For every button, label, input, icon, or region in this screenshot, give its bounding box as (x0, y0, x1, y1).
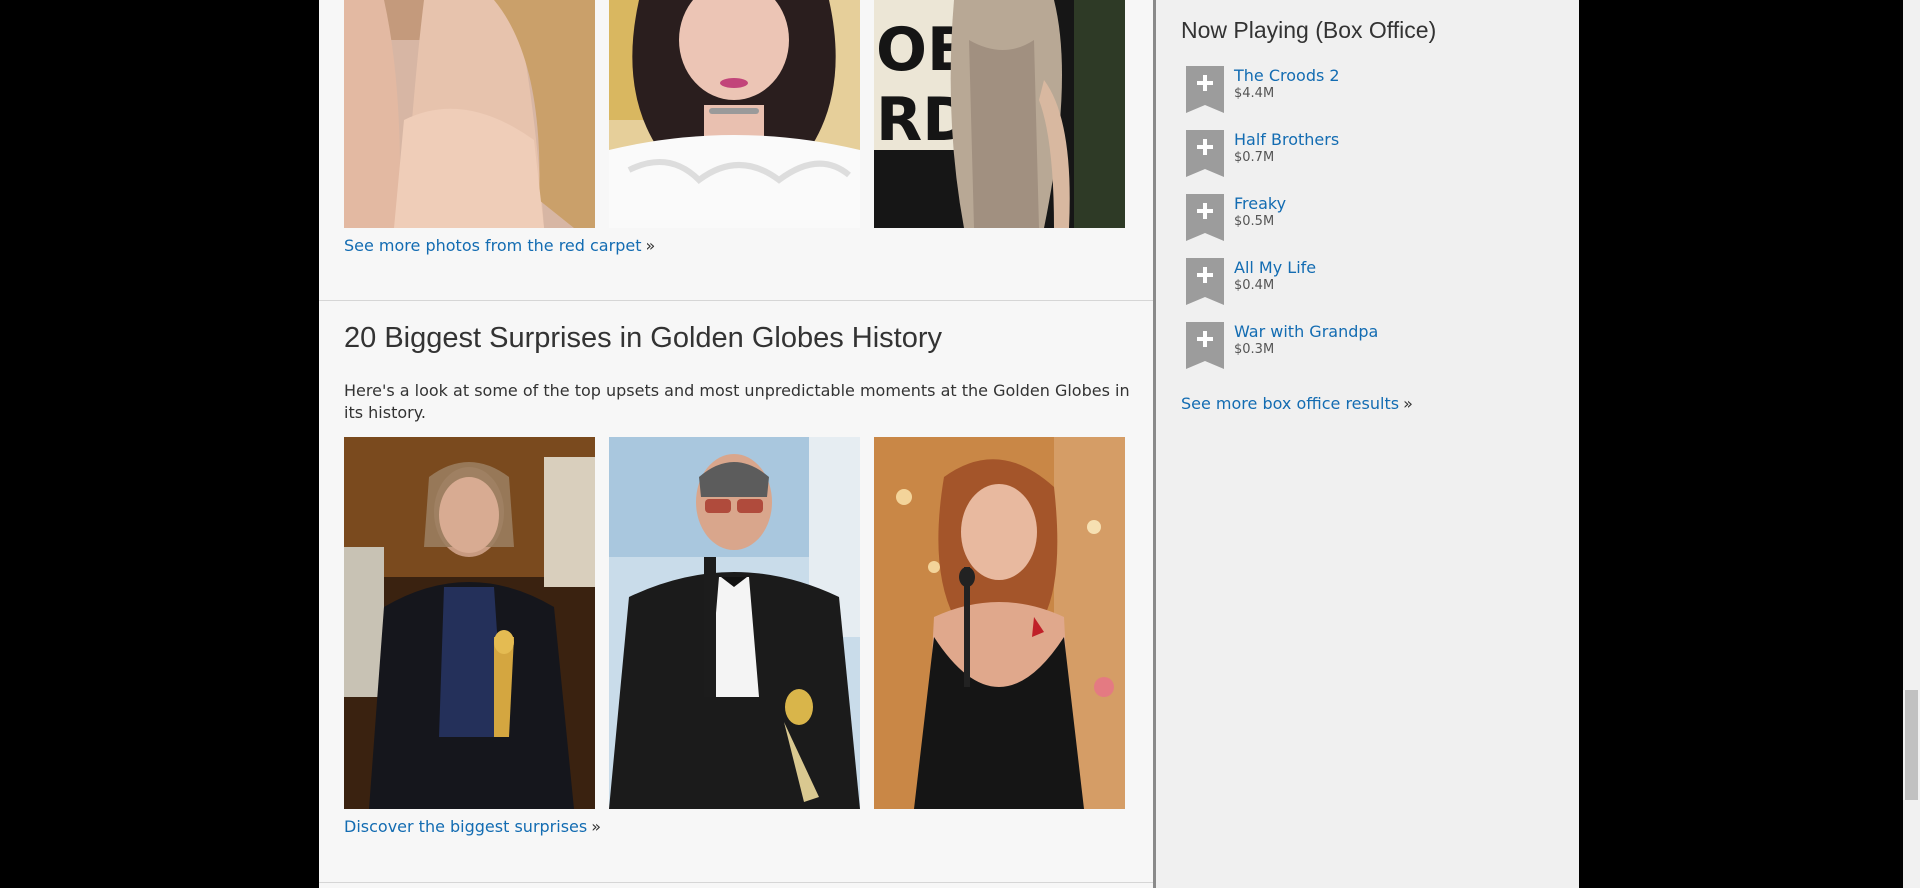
sidebar-title: Now Playing (Box Office) (1181, 17, 1437, 43)
see-more-red-carpet-link[interactable]: See more photos from the red carpet (344, 236, 641, 255)
red-carpet-photo-1[interactable] (344, 0, 595, 228)
red-carpet-photo-3[interactable]: OBE RD (874, 0, 1125, 228)
vertical-scrollbar[interactable] (1903, 0, 1920, 888)
add-to-watchlist-ribbon-icon[interactable] (1186, 66, 1224, 113)
box-office-item: The Croods 2 $4.4M (1186, 66, 1566, 116)
section-divider (319, 300, 1153, 301)
box-office-movie-link[interactable]: Half Brothers (1234, 130, 1339, 149)
box-office-item: War with Grandpa $0.3M (1186, 322, 1566, 372)
box-office-gross: $0.5M (1234, 214, 1275, 229)
see-more-box-office-link[interactable]: See more box office results (1181, 394, 1399, 413)
surprises-photo-row (344, 437, 1125, 809)
raquo-icon: » (645, 236, 656, 255)
discover-surprises-link[interactable]: Discover the biggest surprises (344, 817, 587, 836)
surprises-photo-2[interactable] (609, 437, 860, 809)
section-description: Here's a look at some of the top upsets … (344, 381, 1130, 422)
box-office-gross: $0.3M (1234, 342, 1275, 357)
box-office-movie-link[interactable]: War with Grandpa (1234, 322, 1378, 341)
section-divider-bottom (319, 882, 1153, 883)
box-office-sidebar: Now Playing (Box Office) The Croods 2 $4… (1156, 0, 1579, 888)
box-office-movie-link[interactable]: All My Life (1234, 258, 1316, 277)
add-to-watchlist-ribbon-icon[interactable] (1186, 258, 1224, 305)
red-carpet-photo-2[interactable] (609, 0, 860, 228)
raquo-icon: » (1403, 394, 1413, 413)
box-office-gross: $4.4M (1234, 86, 1275, 101)
box-office-item: Half Brothers $0.7M (1186, 130, 1566, 180)
page-content: OBE RD See more photos from the red carp… (319, 0, 1579, 888)
main-column: OBE RD See more photos from the red carp… (319, 0, 1153, 888)
box-office-more-link-wrapper: See more box office results» (1181, 394, 1413, 413)
box-office-movie-link[interactable]: Freaky (1234, 194, 1286, 213)
scrollbar-thumb[interactable] (1905, 690, 1918, 800)
box-office-item: All My Life $0.4M (1186, 258, 1566, 308)
surprises-photo-1[interactable] (344, 437, 595, 809)
add-to-watchlist-ribbon-icon[interactable] (1186, 194, 1224, 241)
add-to-watchlist-ribbon-icon[interactable] (1186, 322, 1224, 369)
surprises-photo-3[interactable] (874, 437, 1125, 809)
box-office-item: Freaky $0.5M (1186, 194, 1566, 244)
red-carpet-more-link-wrapper: See more photos from the red carpet» (344, 236, 655, 255)
box-office-gross: $0.7M (1234, 150, 1275, 165)
box-office-gross: $0.4M (1234, 278, 1275, 293)
raquo-icon: » (591, 817, 602, 836)
red-carpet-photo-row: OBE RD (344, 0, 1125, 228)
box-office-movie-link[interactable]: The Croods 2 (1234, 66, 1340, 85)
surprises-more-link-wrapper: Discover the biggest surprises» (344, 817, 601, 836)
add-to-watchlist-ribbon-icon[interactable] (1186, 130, 1224, 177)
section-title: 20 Biggest Surprises in Golden Globes Hi… (344, 322, 943, 354)
